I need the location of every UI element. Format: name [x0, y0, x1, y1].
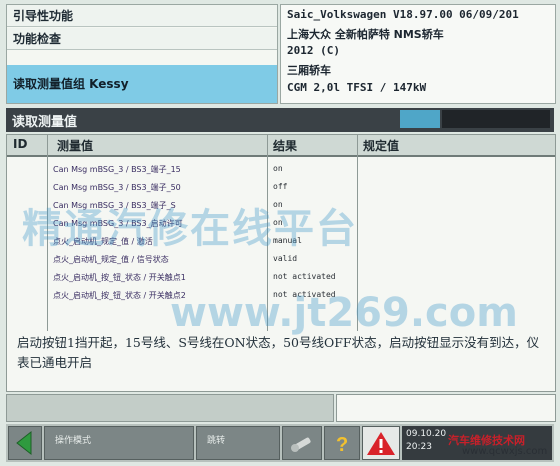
measure-name: 点火_启动机_规定_值 / 信号状态 — [53, 255, 169, 264]
help-icon: ? — [336, 434, 348, 456]
col-header-spec: 规定值 — [363, 139, 400, 153]
watermark-url: www.jt269.com — [170, 290, 518, 336]
header-left-panel: 引导性功能 功能检查 读取测量值组 Kessy — [6, 4, 278, 104]
table-row[interactable]: 点火_启动机_按_钮_状态 / 开关触点1 not activated — [7, 271, 555, 287]
clock-text: 09.10.20 20:23 — [406, 428, 446, 454]
section-title-bar: 读取测量值 — [6, 108, 554, 132]
read-measurement-group-kessy[interactable]: 读取测量值组 Kessy — [7, 65, 277, 103]
back-button[interactable] — [8, 426, 42, 460]
table-row[interactable]: Can Msg mBSG_3 / BS3_端子_50 off — [7, 181, 555, 197]
clock-date: 09.10.20 — [406, 429, 447, 439]
measure-result: valid — [273, 254, 298, 263]
table-header: ID 测量值 结果 规定值 — [7, 135, 555, 157]
function-check-label[interactable]: 功能检查 — [7, 28, 277, 50]
operation-mode-button[interactable]: 操作模式 — [44, 426, 194, 460]
wrench-icon — [291, 437, 311, 452]
vehicle-info-panel: Saic_Volkswagen V18.97.00 06/09/201 上海大众… — [280, 4, 556, 104]
status-bar-left — [6, 394, 334, 422]
measure-name: 点火_启动机_按_钮_状态 / 开关触点2 — [53, 291, 186, 300]
annotation-note: 启动按钮1挡开起，15号线、S号线在ON状态，50号线OFF状态，启动按钮显示没… — [17, 335, 540, 370]
svg-text:?: ? — [336, 434, 348, 456]
measure-result: on — [273, 164, 283, 173]
table-row[interactable]: 点火_启动机_规定_值 / 信号状态 valid — [7, 253, 555, 269]
warning-button[interactable] — [362, 426, 400, 460]
title-bar-end — [442, 110, 550, 128]
watermark-text: 精通汽修在线平台 — [22, 206, 358, 252]
col-header-measure: 测量值 — [57, 139, 94, 153]
vehicle-model: 上海大众 全新帕萨特 NMS轿车 — [287, 28, 444, 41]
help-button[interactable]: ? — [324, 426, 360, 460]
table-row[interactable]: Can Msg mBSG_3 / BS3_端子_15 on — [7, 163, 555, 179]
measure-name: 点火_启动机_按_钮_状态 / 开关触点1 — [53, 273, 186, 282]
measure-name: Can Msg mBSG_3 / BS3_端子_15 — [53, 165, 181, 174]
warning-icon — [367, 432, 395, 455]
back-arrow-icon — [16, 430, 32, 456]
engine-code: CGM 2,0l TFSI / 147kW — [287, 81, 427, 94]
software-version: Saic_Volkswagen V18.97.00 06/09/201 — [287, 8, 519, 21]
status-bar-right — [336, 394, 556, 422]
tools-button[interactable] — [282, 426, 322, 460]
measure-result: not activated — [273, 272, 336, 281]
col-header-id: ID — [13, 137, 28, 151]
clock-time: 20:23 — [406, 442, 432, 452]
site-watermark-url: www.qcwxjs.com — [462, 446, 548, 457]
measure-name: Can Msg mBSG_3 / BS3_端子_50 — [53, 183, 181, 192]
guided-function-label[interactable]: 引导性功能 — [7, 5, 277, 27]
jump-button[interactable]: 跳转 — [196, 426, 280, 460]
col-header-result: 结果 — [273, 139, 298, 153]
operation-mode-label: 操作模式 — [55, 436, 92, 446]
jump-label: 跳转 — [207, 436, 226, 446]
title-indicator — [400, 110, 440, 128]
model-year: 2012 (C) — [287, 44, 340, 57]
section-title: 读取测量值 — [12, 115, 78, 130]
measurement-table: ID 测量值 结果 规定值 Can Msg mBSG_3 / BS3_端子_15… — [6, 134, 556, 392]
body-type: 三厢轿车 — [287, 64, 331, 77]
measure-result: off — [273, 182, 288, 191]
